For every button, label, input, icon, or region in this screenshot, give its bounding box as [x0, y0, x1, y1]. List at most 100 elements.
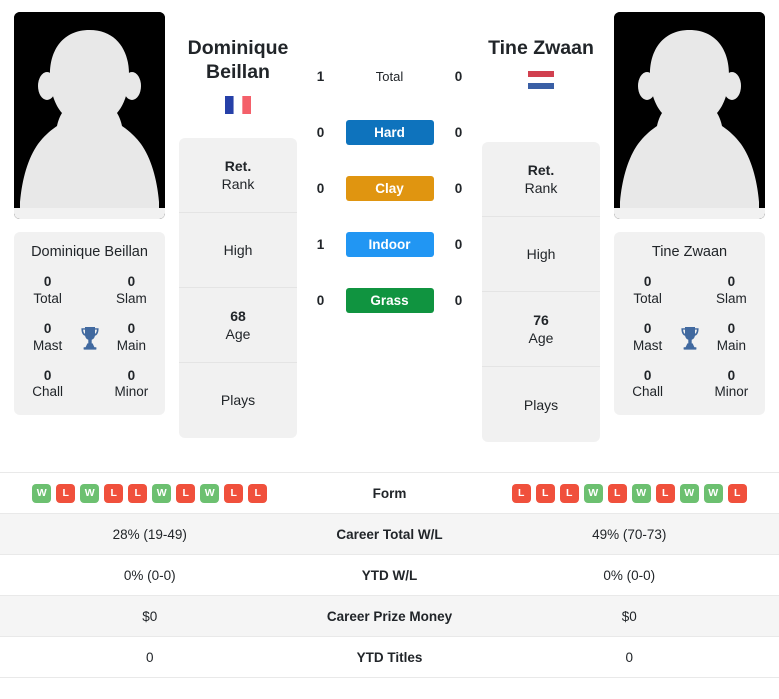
h2h-grass-badge[interactable]: Grass [345, 287, 434, 313]
form-badge-l[interactable]: L [224, 483, 244, 503]
left-titles-card: Dominique Beillan 0 Total 0 Slam 0 Mast … [14, 232, 165, 416]
trophy-icon-glyph [680, 326, 699, 350]
left-titles-row-3: 0 Chall 0 Minor [22, 368, 157, 402]
left-form-cell: WLWLLWLWLL [0, 483, 300, 503]
left-total-titles: 0 Total [22, 274, 73, 308]
h2h-total-left: 1 [316, 68, 325, 84]
form-badge-w[interactable]: W [631, 483, 651, 503]
form-badge-l[interactable]: L [559, 483, 579, 503]
table-row: 28% (19-49) Career Total W/L 49% (70-73) [0, 514, 779, 555]
form-badge-w[interactable]: W [80, 483, 100, 503]
right-high-label: High [526, 246, 556, 263]
h2h-hard-right: 0 [454, 124, 463, 140]
trophy-icon-glyph [80, 326, 99, 350]
right-slam-titles: 0 Slam [706, 274, 757, 308]
right-masters-titles-label: Mast [633, 337, 663, 353]
left-card-player-name: Dominique Beillan [31, 244, 148, 260]
form-badge-l[interactable]: L [535, 483, 555, 503]
right-slam-titles-label: Slam [715, 290, 747, 306]
left-challenger-titles-label: Chall [32, 384, 64, 400]
table-row-form: WLWLLWLWLL Form LLLWLWLWWL [0, 473, 779, 514]
left-slam-titles: 0 Slam [106, 274, 157, 308]
left-player-column: Dominique Beillan 0 Total 0 Slam 0 Mast … [0, 0, 179, 472]
left-career-prize-money: $0 [142, 608, 158, 624]
right-minor-titles: 0 Minor [706, 368, 757, 402]
left-info-column: Dominique Beillan Ret. Rank High 68 Age … [179, 0, 297, 472]
form-badge-l[interactable]: L [176, 483, 196, 503]
form-badge-l[interactable]: L [607, 483, 627, 503]
form-badge-l[interactable]: L [727, 483, 747, 503]
right-main-titles-label: Main [716, 337, 746, 353]
left-titles-row-2: 0 Mast 0 Main [22, 321, 157, 355]
left-ytd-titles: 0 [145, 649, 154, 665]
left-age-label: Age [225, 325, 251, 342]
right-main-titles-value: 0 [727, 320, 736, 336]
right-info-column: Tine Zwaan Ret. Rank High 76 Age Plays [482, 0, 600, 472]
left-slam-titles-value: 0 [127, 274, 136, 289]
player-comparison-page: Dominique Beillan 0 Total 0 Slam 0 Mast … [0, 0, 779, 699]
right-age-block: 76 Age [482, 292, 600, 368]
left-slam-titles-label: Slam [115, 290, 147, 306]
left-main-titles-label: Main [116, 337, 146, 353]
form-badge-l[interactable]: L [128, 483, 148, 503]
h2h-grass-right: 0 [454, 292, 463, 308]
right-plays-label: Plays [523, 396, 559, 413]
left-rank-block: Ret. Rank [179, 138, 297, 213]
left-minor-titles-value: 0 [127, 367, 136, 383]
right-main-titles: 0 Main [706, 321, 757, 355]
form-badge-w[interactable]: W [703, 483, 723, 503]
right-plays-block: Plays [482, 367, 600, 442]
right-total-titles-value: 0 [643, 274, 652, 289]
left-rank-value: Ret. [224, 157, 252, 174]
left-player-photo[interactable] [14, 12, 165, 219]
form-badge-w[interactable]: W [583, 483, 603, 503]
right-slam-titles-value: 0 [727, 274, 736, 289]
right-career-total-wl: 49% (70-73) [592, 526, 667, 542]
form-badge-l[interactable]: L [56, 483, 76, 503]
left-titles-row-1: 0 Total 0 Slam [22, 274, 157, 308]
h2h-hard-badge[interactable]: Hard [345, 119, 434, 145]
left-high-label: High [223, 241, 253, 258]
left-info-card: Ret. Rank High 68 Age Plays [179, 137, 297, 438]
left-total-titles-label: Total [33, 290, 62, 306]
left-masters-titles-value: 0 [43, 320, 52, 336]
form-badge-l[interactable]: L [655, 483, 675, 503]
h2h-clay-left: 0 [316, 180, 325, 196]
form-badge-l[interactable]: L [248, 483, 268, 503]
h2h-clay-badge[interactable]: Clay [345, 175, 434, 201]
h2h-row-total: 1 Total 0 [297, 62, 482, 90]
right-masters-titles-value: 0 [643, 320, 652, 336]
right-high-block: High [482, 217, 600, 293]
left-masters-titles: 0 Mast [22, 321, 73, 355]
form-badge-w[interactable]: W [32, 483, 52, 503]
h2h-total-right: 0 [454, 68, 463, 84]
right-rank-block: Ret. Rank [482, 142, 600, 218]
left-form-badges: WLWLLWLWLL [0, 483, 300, 503]
form-badge-l[interactable]: L [511, 483, 531, 503]
right-player-photo[interactable] [614, 12, 765, 219]
right-masters-titles: 0 Mast [622, 321, 673, 355]
right-card-player-name: Tine Zwaan [651, 244, 728, 260]
trophy-icon [73, 326, 105, 350]
h2h-row-clay: 0 Clay 0 [297, 174, 482, 202]
head-to-head-column: 1 Total 0 0 Hard 0 0 Clay 0 1 Indoor 0 0… [297, 0, 482, 472]
left-player-name-last: Beillan [206, 61, 270, 84]
right-challenger-titles: 0 Chall [622, 368, 673, 402]
right-player-identity: Tine Zwaan [482, 12, 600, 90]
right-rank-value: Ret. [527, 162, 555, 179]
left-player-identity: Dominique Beillan [179, 12, 297, 114]
form-badge-l[interactable]: L [104, 483, 124, 503]
right-ytd-titles: 0 [625, 649, 633, 665]
right-info-card: Ret. Rank High 76 Age Plays [482, 142, 600, 443]
form-badge-w[interactable]: W [200, 483, 220, 503]
left-ytd-wl: 0% (0-0) [123, 567, 176, 583]
form-badge-w[interactable]: W [152, 483, 172, 503]
comparison-header: Dominique Beillan 0 Total 0 Slam 0 Mast … [0, 0, 779, 472]
form-row-label: Form [372, 485, 407, 501]
right-challenger-titles-value: 0 [643, 367, 652, 383]
left-high-block: High [179, 213, 297, 288]
h2h-indoor-badge[interactable]: Indoor [345, 231, 434, 257]
left-main-titles-value: 0 [127, 320, 136, 336]
form-badge-w[interactable]: W [679, 483, 699, 503]
right-titles-row-2: 0 Mast 0 Main [622, 321, 757, 355]
